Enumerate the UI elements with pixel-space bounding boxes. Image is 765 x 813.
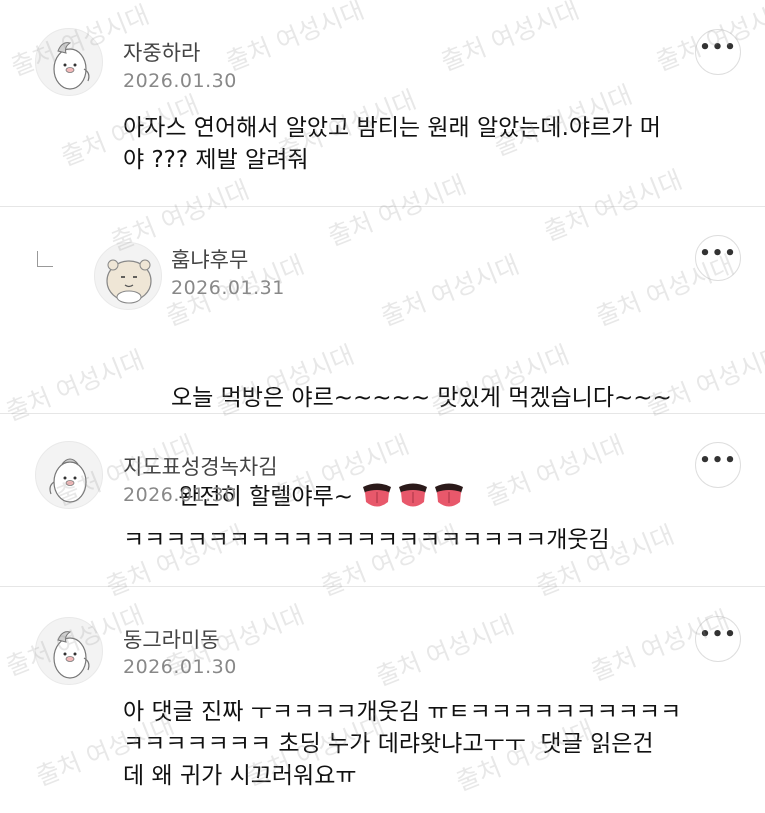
more-options-button[interactable]: ••• [695,235,741,281]
comment-text-line: 오늘 먹방은 야르~~~~~ 맛있게 먹겠습니다~~~ [171,385,672,411]
more-options-button[interactable]: ••• [695,442,741,488]
reply-arrow-icon [37,251,53,267]
more-options-button[interactable]: ••• [695,29,741,75]
comment-item: 자중하라 2026.01.30 ••• 아자스 연어해서 알았고 밤티는 원래 … [0,0,765,206]
comment-item: 지도표성경녹차김 2026.01.30 ••• ㅋㅋㅋㅋㅋㅋㅋㅋㅋㅋㅋㅋㅋㅋㅋㅋ… [0,414,765,586]
comment-date: 2026.01.31 [171,277,285,299]
comment-date: 2026.01.30 [123,656,237,678]
penguin-bird-icon [53,42,90,90]
avatar[interactable] [35,28,103,96]
reply-item: 훔냐후무 2026.01.31 ••• 오늘 먹방은 야르~~~~~ 맛있게 먹… [0,207,765,510]
hamster-icon [106,259,152,304]
avatar[interactable] [35,617,103,685]
comment-text: 아자스 연어해서 알았고 밤티는 원래 알았는데.야르가 머 야 ??? 제발 … [123,115,661,173]
avatar[interactable] [94,242,162,310]
comment-date: 2026.01.30 [123,70,237,92]
more-dots-icon: ••• [699,37,737,58]
nickname[interactable]: 지도표성경녹차김 [123,451,278,481]
penguin-bird-icon [49,458,87,503]
more-options-button[interactable]: ••• [695,616,741,662]
comment-date: 2026.01.30 [123,484,237,506]
nickname[interactable]: 동그라미동 [123,624,220,654]
avatar[interactable] [35,441,103,509]
nickname[interactable]: 자중하라 [123,37,200,67]
comment-text: ㅋㅋㅋㅋㅋㅋㅋㅋㅋㅋㅋㅋㅋㅋㅋㅋㅋㅋㅋㅋ개웃김 [123,527,610,553]
penguin-bird-icon [53,631,90,679]
more-dots-icon: ••• [699,243,737,264]
more-dots-icon: ••• [699,624,737,645]
more-dots-icon: ••• [699,450,737,471]
nickname[interactable]: 훔냐후무 [171,244,248,274]
comment-text: 아 댓글 진짜 ㅜㅋㅋㅋㅋ개웃김 ㅠㅌㅋㅋㅋㅋㅋㅋㅋㅋㅋㅋ ㅋㅋㅋㅋㅋㅋㅋ 초딩… [123,699,682,789]
comment-item: 동그라미동 2026.01.30 ••• 아 댓글 진짜 ㅜㅋㅋㅋㅋ개웃김 ㅠㅌ… [0,587,765,813]
